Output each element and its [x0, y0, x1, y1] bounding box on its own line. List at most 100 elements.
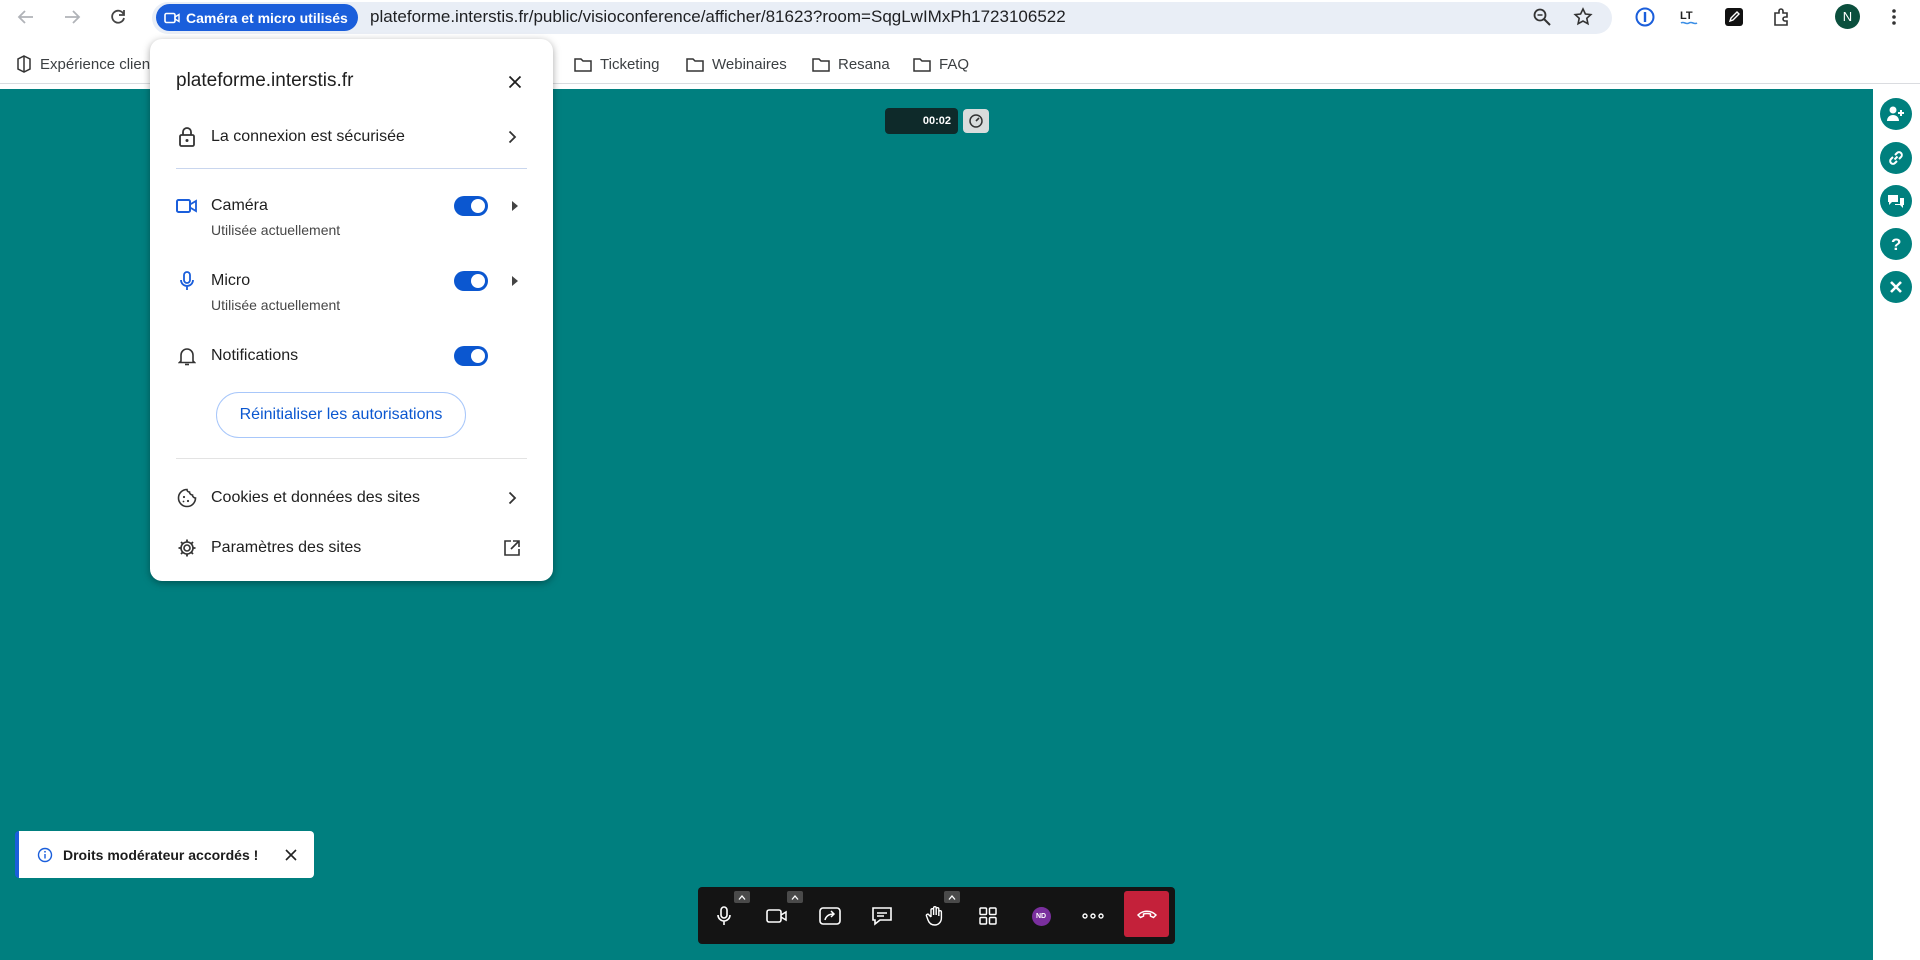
copy-link-button[interactable] — [1880, 142, 1912, 174]
toast-close-button[interactable] — [283, 847, 299, 863]
hand-icon — [925, 906, 943, 926]
permission-chip-label: Caméra et micro utilisés — [186, 9, 348, 26]
connection-indicator[interactable] — [963, 109, 989, 133]
profile-avatar[interactable]: N — [1835, 4, 1860, 29]
gear-icon — [176, 537, 198, 559]
cookie-icon — [176, 487, 198, 509]
invite-button[interactable] — [1880, 98, 1912, 130]
permission-chip[interactable]: Caméra et micro utilisés — [156, 4, 358, 31]
bell-icon — [176, 345, 198, 367]
participant-avatar: ND — [1031, 906, 1051, 926]
chevron-up-icon — [791, 894, 799, 900]
site-info-popup: plateforme.interstis.fr La connexion est… — [150, 39, 553, 581]
bookmark-label: FAQ — [939, 55, 970, 73]
microphone-icon — [176, 270, 198, 292]
close-icon — [508, 75, 522, 89]
share-screen-button[interactable] — [811, 897, 849, 935]
right-rail: ? — [1873, 89, 1920, 960]
site-domain: plateforme.interstis.fr — [176, 70, 354, 91]
folder-icon — [686, 57, 704, 72]
arrow-right-icon — [65, 10, 81, 24]
back-button[interactable] — [14, 5, 38, 29]
bookmark-label: Webinaires — [712, 55, 787, 73]
micro-expand-triangle-icon[interactable] — [512, 276, 518, 286]
reactions-options-button[interactable] — [944, 891, 960, 903]
cookies-label: Cookies et données des sites — [211, 489, 421, 506]
external-link-icon — [502, 538, 522, 558]
url-text[interactable]: plateforme.interstis.fr/public/visioconf… — [370, 7, 1066, 27]
micro-toggle[interactable] — [454, 271, 488, 291]
speedometer-icon — [969, 114, 983, 128]
camera-label: Caméra — [211, 197, 268, 214]
chevron-up-icon — [948, 894, 956, 900]
zoom-icon[interactable] — [1532, 7, 1552, 27]
folder-icon — [913, 57, 931, 72]
popup-close-button[interactable] — [503, 70, 527, 94]
cookies-row[interactable]: Cookies et données des sites — [150, 480, 553, 516]
moderator-toast: Droits modérateur accordés ! — [15, 831, 314, 878]
microphone-options-button[interactable] — [734, 891, 750, 903]
camera-toggle[interactable] — [454, 196, 488, 216]
browser-menu-icon[interactable] — [1883, 6, 1905, 28]
reload-button[interactable] — [106, 5, 130, 29]
extensions-puzzle-icon[interactable] — [1771, 6, 1793, 28]
chat-bubble-icon — [872, 907, 892, 926]
svg-text:LT: LT — [1680, 10, 1693, 22]
arrow-left-icon — [17, 10, 33, 24]
chat-icon — [1888, 195, 1904, 208]
pen-extension-icon[interactable] — [1723, 6, 1745, 28]
site-settings-row[interactable]: Paramètres des sites — [150, 530, 553, 566]
info-icon — [37, 847, 53, 862]
bookmark-label: Ticketing — [600, 55, 660, 73]
micro-label: Micro — [211, 272, 251, 289]
camera-options-button[interactable] — [787, 891, 803, 903]
lock-icon — [176, 126, 198, 148]
reset-permissions-button[interactable]: Réinitialiser les autorisations — [216, 392, 466, 438]
chat-button[interactable] — [1880, 185, 1912, 217]
bookmark-faq[interactable]: FAQ — [913, 54, 969, 74]
close-icon — [285, 849, 297, 861]
camera-status: Utilisée actuellement — [211, 222, 341, 238]
more-horizontal-icon — [1082, 913, 1104, 919]
share-screen-icon — [819, 907, 841, 925]
tile-view-button[interactable] — [969, 897, 1007, 935]
notifications-toggle[interactable] — [454, 346, 488, 366]
connection-label: La connexion est sécurisée — [211, 128, 405, 145]
link-icon — [1889, 151, 1903, 165]
bookmark-label: Expérience client — [40, 55, 155, 73]
forward-button[interactable] — [60, 5, 84, 29]
phone-hangup-icon — [1136, 910, 1157, 919]
connection-row[interactable]: La connexion est sécurisée — [150, 119, 553, 155]
bookmark-webinaires[interactable]: Webinaires — [686, 54, 787, 74]
divider — [176, 168, 527, 169]
add-user-icon — [1887, 106, 1904, 121]
toast-message: Droits modérateur accordés ! — [63, 846, 259, 863]
reload-icon — [111, 9, 125, 24]
help-icon: ? — [1891, 235, 1901, 253]
video-camera-icon — [164, 12, 180, 23]
bookmark-star-icon[interactable] — [1573, 7, 1593, 27]
language-tool-extension-icon[interactable]: LT — [1679, 6, 1701, 28]
bookmark-resana[interactable]: Resana — [812, 54, 890, 74]
participant-avatar-button[interactable]: ND — [1022, 897, 1060, 935]
meeting-toolbar: ND — [698, 887, 1175, 944]
browser-toolbar: Caméra et micro utilisés plateforme.inte… — [0, 0, 1920, 34]
site-settings-label: Paramètres des sites — [211, 539, 362, 556]
folder-icon — [574, 57, 592, 72]
close-panel-button[interactable] — [1880, 271, 1912, 303]
more-options-button[interactable] — [1074, 897, 1112, 935]
close-icon — [1890, 281, 1902, 293]
password-manager-extension-icon[interactable] — [1634, 6, 1656, 28]
chevron-right-icon — [502, 127, 522, 147]
chevron-right-icon — [502, 488, 522, 508]
help-button[interactable]: ? — [1880, 228, 1912, 260]
bookmark-ticketing[interactable]: Ticketing — [574, 54, 659, 74]
notifications-label: Notifications — [211, 347, 299, 364]
camera-expand-triangle-icon[interactable] — [512, 201, 518, 211]
hang-up-button[interactable] — [1124, 891, 1169, 937]
svg-text:?: ? — [1891, 235, 1901, 253]
micro-status: Utilisée actuellement — [211, 297, 341, 313]
bookmark-experience-client[interactable]: Expérience client — [16, 54, 154, 74]
chevron-up-icon — [738, 894, 746, 900]
chat-toggle-button[interactable] — [863, 897, 901, 935]
